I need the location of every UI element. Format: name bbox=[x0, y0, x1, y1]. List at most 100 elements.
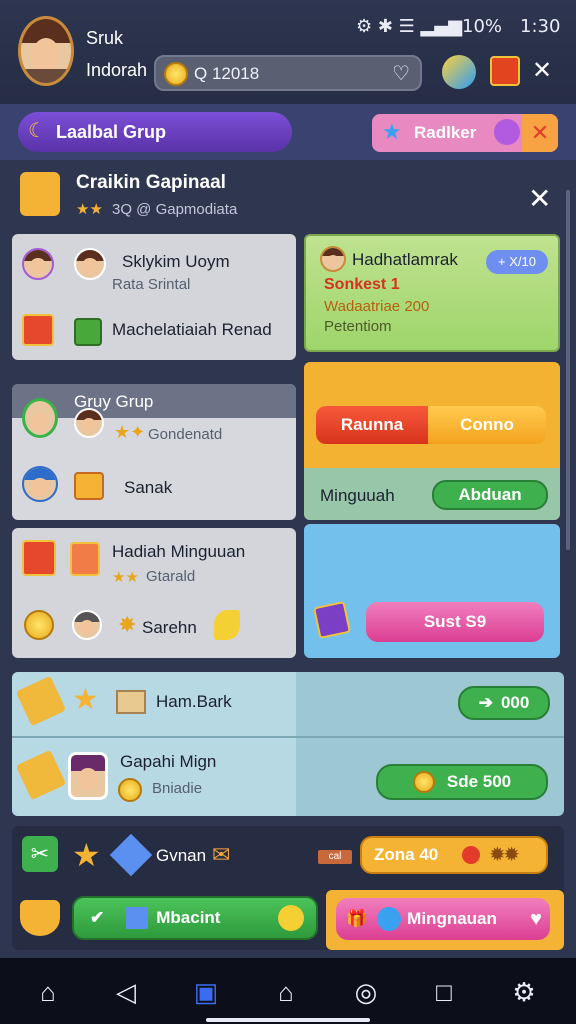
arrow-icon: ➔ bbox=[478, 693, 493, 712]
ticket-icon: ✉ bbox=[212, 842, 231, 867]
gear-icon: ✹✹ bbox=[490, 845, 519, 864]
row2-button-label: Sde 500 bbox=[446, 772, 512, 791]
profile-name: Sruk bbox=[86, 28, 124, 48]
home-icon[interactable]: ⌂ bbox=[30, 974, 66, 1010]
conno-label: Conno bbox=[460, 415, 514, 434]
group-title: Laalbal Grup bbox=[56, 122, 167, 142]
mingnauan-button[interactable]: 🎁 Mingnauan ♥ bbox=[336, 898, 550, 940]
scissors-icon[interactable]: ✂ bbox=[22, 836, 58, 872]
raunna-label: Raunna bbox=[340, 415, 404, 434]
member-role: Rata Srintal bbox=[112, 276, 191, 293]
row1-button[interactable]: ➔ 000 bbox=[458, 686, 550, 720]
rating-stars: ★★ bbox=[112, 569, 139, 586]
group-bar: ☾ Laalbal Grup ★ Radlker ✕ bbox=[0, 104, 576, 160]
profile-avatar[interactable] bbox=[18, 16, 74, 86]
group-status: Gondenatd bbox=[148, 426, 223, 443]
abduan-button[interactable]: Abduan bbox=[432, 480, 548, 510]
scrollbar[interactable] bbox=[566, 190, 570, 550]
group-badge[interactable]: ★ Radlker ✕ bbox=[372, 114, 558, 152]
medal-icon bbox=[24, 610, 54, 640]
back-icon[interactable]: ◁ bbox=[108, 974, 144, 1010]
check-icon: ✔ bbox=[90, 908, 105, 927]
row2-button[interactable]: Sde 500 bbox=[376, 764, 548, 800]
pencil-coin-icon bbox=[278, 905, 304, 931]
settings-icon[interactable]: ⚙ bbox=[506, 974, 542, 1010]
close-icon[interactable]: ✕ bbox=[522, 114, 558, 152]
moon-icon: ☾ bbox=[28, 120, 46, 142]
close-panel-icon[interactable]: ✕ bbox=[528, 182, 551, 215]
house-icon[interactable]: ⌂ bbox=[268, 974, 304, 1010]
avatar bbox=[72, 610, 102, 640]
weekly-gift-line: Sarehn bbox=[142, 618, 197, 637]
star-icon: ★ bbox=[382, 119, 402, 144]
coin-icon bbox=[412, 771, 435, 793]
tools-icon[interactable]: ✕ bbox=[532, 56, 552, 85]
card-actions: Raunna Conno Minguuah Abduan bbox=[304, 362, 560, 520]
card-members[interactable]: Sklykim Uoym Rata Srintal Machelatiaiah … bbox=[12, 234, 296, 360]
dot-icon bbox=[462, 846, 481, 864]
sust-button[interactable]: Sust S9 bbox=[366, 602, 544, 642]
avatar bbox=[22, 248, 54, 280]
profile-subtitle: Indorah bbox=[86, 60, 148, 80]
member-name: Sklykim Uoym bbox=[122, 252, 230, 271]
card-weekly-gift[interactable]: Hadiah Minguuan ★★ Gtarald ✸ Sarehn bbox=[12, 528, 296, 658]
row1-button-label: 000 bbox=[500, 693, 530, 712]
weekly-gift-sub: Gtarald bbox=[146, 568, 196, 585]
apps-icon[interactable]: ▣ bbox=[188, 974, 224, 1010]
conno-button[interactable]: Conno bbox=[428, 406, 546, 444]
card-group[interactable]: Gruy Grup ★✦ Gondenatd Sanak bbox=[12, 384, 296, 520]
challenge-reward: Wadaatriae 200 bbox=[324, 298, 430, 315]
search-bar[interactable]: Q 12018 ♡ bbox=[154, 55, 422, 91]
star-icon: ★ bbox=[72, 683, 99, 716]
rating-stars: ★★ bbox=[76, 201, 103, 218]
coin-pot-icon bbox=[20, 900, 60, 936]
zona-label: Zona 40 bbox=[374, 845, 439, 864]
mbacint-button[interactable]: ✔ Mbacint bbox=[72, 896, 318, 940]
sparkle-icon: ✸ bbox=[118, 612, 137, 637]
box-icon bbox=[116, 690, 146, 714]
footer-tag: cal bbox=[318, 850, 352, 864]
challenge-badge: + X/10 bbox=[486, 250, 548, 274]
badge-icon: ★✦ bbox=[114, 422, 146, 442]
raunna-button[interactable]: Raunna bbox=[316, 406, 428, 444]
challenge-title: Hadhatlamrak bbox=[352, 250, 458, 269]
panel-title: Craikin Gapinaal bbox=[76, 172, 226, 193]
navigation-bar: ⌂ ◁ ▣ ⌂ ◎ □ ⚙ bbox=[0, 958, 576, 1024]
cube-icon bbox=[126, 907, 149, 929]
zona-button[interactable]: Zona 40 ✹✹ bbox=[360, 836, 548, 874]
swirl-icon[interactable] bbox=[494, 119, 520, 145]
card-challenge[interactable]: Hadhatlamrak + X/10 Sonkest 1 Wadaatriae… bbox=[304, 234, 560, 352]
gift-icon bbox=[20, 172, 60, 216]
coin-icon bbox=[118, 778, 142, 802]
leaf-icon bbox=[214, 610, 240, 640]
footer-label: Gvnan bbox=[156, 846, 207, 865]
heart-icon[interactable]: ♡ bbox=[392, 61, 410, 86]
reward-label: Machelatiaiah Renad bbox=[112, 320, 272, 339]
challenge-note: Petentiom bbox=[324, 318, 392, 335]
group-title-pill[interactable]: ☾ Laalbal Grup bbox=[18, 112, 292, 152]
weekly-label: Minguuah bbox=[320, 486, 395, 505]
avatar bbox=[22, 466, 58, 502]
clock: 1:30 bbox=[520, 16, 561, 37]
avatar bbox=[22, 398, 58, 438]
bow-gift-icon bbox=[22, 540, 56, 576]
gift-icon bbox=[74, 472, 104, 500]
square-icon[interactable]: □ bbox=[426, 974, 462, 1010]
row1-label: Ham.Bark bbox=[156, 692, 232, 711]
compass-icon[interactable]: ◎ bbox=[348, 974, 384, 1010]
globe-icon[interactable] bbox=[442, 55, 476, 89]
weekly-gift-title: Hadiah Minguuan bbox=[112, 542, 246, 561]
row2-sub: Bniadie bbox=[152, 780, 203, 797]
gift-box-icon[interactable] bbox=[490, 56, 520, 86]
star-icon: ★ bbox=[72, 837, 101, 873]
avatar bbox=[320, 246, 346, 272]
group-item: Sanak bbox=[124, 478, 173, 497]
row2-title: Gapahi Mign bbox=[120, 752, 217, 771]
battery-text: 10% bbox=[462, 16, 503, 37]
sust-label: Sust S9 bbox=[423, 612, 487, 631]
card-sust: Sust S9 bbox=[304, 524, 560, 658]
panel-subtitle: 3Q @ Gapmodiata bbox=[112, 201, 238, 218]
envelope-icon bbox=[313, 601, 351, 639]
mbacint-label: Mbacint bbox=[156, 908, 221, 927]
challenge-rank: Sonkest 1 bbox=[324, 276, 400, 293]
